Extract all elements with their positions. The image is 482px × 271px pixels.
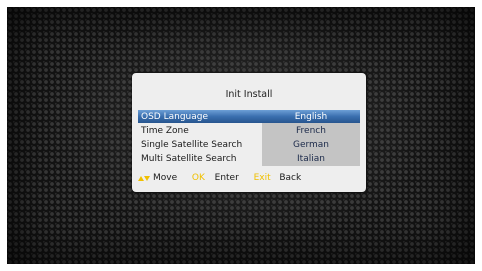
menu-item-label: OSD Language (141, 112, 209, 122)
menu-item-label: Time Zone (141, 126, 189, 136)
init-install-dialog: Init Install OSD Language English Time Z… (132, 73, 366, 192)
back-hint-label: Back (279, 173, 302, 183)
key-hint-bar: Move OK Enter Exit Back (138, 172, 301, 184)
menu-item-osd-language[interactable]: OSD Language English (138, 110, 360, 124)
arrow-down-icon (144, 176, 150, 181)
menu-item-value: German (292, 140, 330, 150)
tv-screen-background: Init Install OSD Language English Time Z… (7, 7, 475, 264)
menu-item-value: English (294, 112, 328, 122)
enter-hint-label: Enter (214, 173, 239, 183)
menu-item-value: Italian (297, 154, 325, 164)
menu-item-value: French (296, 126, 326, 136)
menu-item-multi-satellite-search[interactable]: Multi Satellite Search Italian (138, 152, 360, 166)
menu-item-single-satellite-search[interactable]: Single Satellite Search German (138, 138, 360, 152)
move-hint-label: Move (153, 173, 178, 183)
exit-key-label: Exit (253, 173, 271, 183)
ok-key-label: OK (191, 173, 205, 183)
menu-item-label: Single Satellite Search (141, 140, 243, 150)
dialog-title: Init Install (225, 89, 273, 100)
menu-item-time-zone[interactable]: Time Zone French (138, 124, 360, 138)
menu-item-label: Multi Satellite Search (141, 154, 237, 164)
